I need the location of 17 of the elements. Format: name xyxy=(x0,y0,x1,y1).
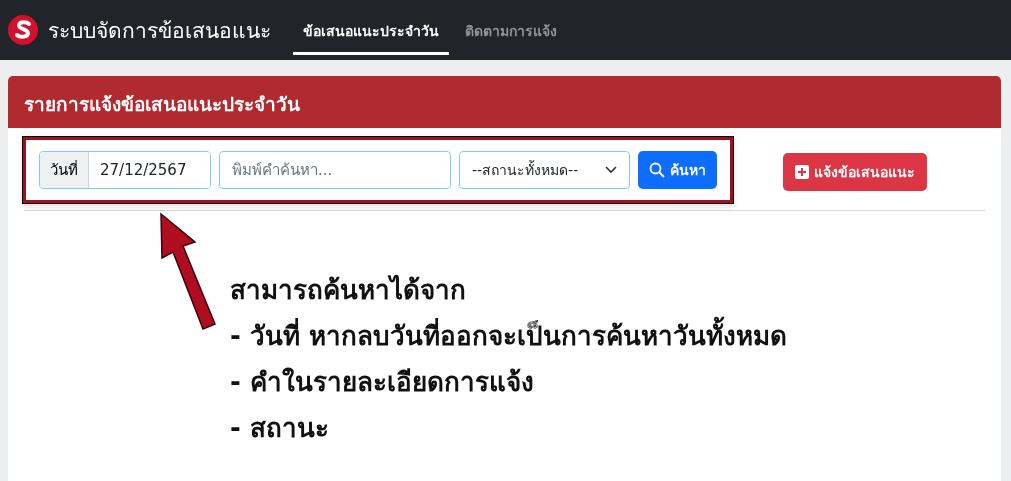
annotation-text: - วันที่ หากลบวันที่ออกจะเป็นการค้นหาวันทั้งหมด xyxy=(230,315,985,361)
nav-tab[interactable]: ข้อเสนอแนะประจำวัน xyxy=(293,5,449,55)
add-button[interactable]: แจ้งข้อเสนอแนะ xyxy=(783,153,927,191)
annotation-text: - คำในรายละเอียดการแจ้ง xyxy=(230,366,535,399)
annotation-text: - สถานะ xyxy=(230,412,330,445)
search-field[interactable]: พิมพ์คำค้นหา... xyxy=(219,151,451,189)
nav-tab[interactable]: ติดตามการแจ้ง xyxy=(455,5,567,55)
logo-icon xyxy=(8,15,38,45)
caret-icon xyxy=(605,166,617,174)
status-dropdown[interactable]: --สถานะทั้งหมด-- xyxy=(459,151,630,189)
date-field[interactable]: วันที่ 27/12/2567 xyxy=(39,151,211,189)
search-icon xyxy=(649,162,665,178)
app-title: ระบบจัดการข้อเสนอแนะ xyxy=(48,17,271,45)
annotation-text: สามารถค้นหาได้จาก xyxy=(230,273,467,307)
search-button[interactable]: ค้นหา xyxy=(638,151,717,189)
card-header: รายการแจ้งข้อเสนอแนะประจำวัน xyxy=(8,76,1001,128)
plus-icon xyxy=(795,165,809,179)
